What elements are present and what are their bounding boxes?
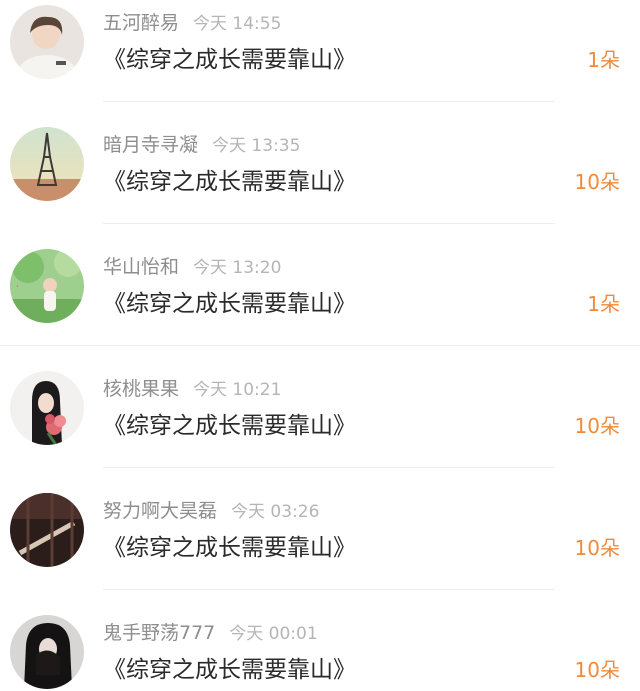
timestamp: 今天 14:55 <box>193 14 282 34</box>
timestamp: 今天 03:26 <box>231 502 320 522</box>
list-item[interactable]: 努力啊大昊磊 今天 03:26 《综穿之成长需要靠山》 10朵 <box>0 488 640 610</box>
timestamp: 今天 10:21 <box>193 380 282 400</box>
user-avatar[interactable] <box>10 5 84 79</box>
entry-meta: 核桃果果 今天 10:21 <box>103 375 281 403</box>
user-avatar[interactable]: · <box>10 249 84 323</box>
book-title[interactable]: 《综穿之成长需要靠山》 <box>103 287 356 321</box>
divider <box>103 223 555 224</box>
timestamp: 今天 13:20 <box>193 258 282 278</box>
book-title[interactable]: 《综穿之成长需要靠山》 <box>103 165 356 199</box>
divider <box>103 467 555 468</box>
flower-gift-list: 五河醉易 今天 14:55 《综穿之成长需要靠山》 1朵 暗月寺寻凝 今天 13… <box>0 0 640 691</box>
list-item[interactable]: · 华山怡和 今天 13:20 《综穿之成长需要靠山》 1朵 <box>0 244 640 366</box>
avatar-image <box>10 371 84 445</box>
book-title[interactable]: 《综穿之成长需要靠山》 <box>103 409 356 443</box>
avatar-image <box>10 5 84 79</box>
entry-meta: 努力啊大昊磊 今天 03:26 <box>103 497 319 525</box>
entry-meta: 暗月寺寻凝 今天 13:35 <box>103 131 300 159</box>
divider <box>103 101 555 102</box>
user-avatar[interactable] <box>10 615 84 689</box>
divider <box>103 589 555 590</box>
username[interactable]: 五河醉易 <box>103 12 179 34</box>
username[interactable]: 鬼手野荡777 <box>103 622 215 644</box>
username[interactable]: 暗月寺寻凝 <box>103 134 198 156</box>
avatar-image <box>10 493 84 567</box>
book-title[interactable]: 《综穿之成长需要靠山》 <box>103 653 356 687</box>
entry-meta: 五河醉易 今天 14:55 <box>103 9 281 37</box>
divider <box>0 345 640 346</box>
user-avatar[interactable] <box>10 493 84 567</box>
avatar-image <box>10 615 84 689</box>
svg-text:·: · <box>16 282 19 291</box>
book-title[interactable]: 《综穿之成长需要靠山》 <box>103 531 356 565</box>
timestamp: 今天 00:01 <box>229 624 318 644</box>
list-item[interactable]: 暗月寺寻凝 今天 13:35 《综穿之成长需要靠山》 10朵 <box>0 122 640 244</box>
username[interactable]: 华山怡和 <box>103 256 179 278</box>
list-item[interactable]: 五河醉易 今天 14:55 《综穿之成长需要靠山》 1朵 <box>0 0 640 122</box>
book-title[interactable]: 《综穿之成长需要靠山》 <box>103 43 356 77</box>
user-avatar[interactable] <box>10 127 84 201</box>
entry-meta: 华山怡和 今天 13:20 <box>103 253 281 281</box>
gift-count: 10朵 <box>574 536 620 560</box>
avatar-image: · <box>10 249 84 323</box>
gift-count: 1朵 <box>587 292 620 316</box>
list-item[interactable]: 鬼手野荡777 今天 00:01 《综穿之成长需要靠山》 10朵 <box>0 610 640 691</box>
timestamp: 今天 13:35 <box>212 136 301 156</box>
gift-count: 10朵 <box>574 658 620 682</box>
user-avatar[interactable] <box>10 371 84 445</box>
entry-meta: 鬼手野荡777 今天 00:01 <box>103 619 318 647</box>
username[interactable]: 努力啊大昊磊 <box>103 500 217 522</box>
avatar-image <box>10 127 84 201</box>
gift-count: 10朵 <box>574 170 620 194</box>
gift-count: 10朵 <box>574 414 620 438</box>
list-item[interactable]: 核桃果果 今天 10:21 《综穿之成长需要靠山》 10朵 <box>0 366 640 488</box>
gift-count: 1朵 <box>587 48 620 72</box>
username[interactable]: 核桃果果 <box>103 378 179 400</box>
